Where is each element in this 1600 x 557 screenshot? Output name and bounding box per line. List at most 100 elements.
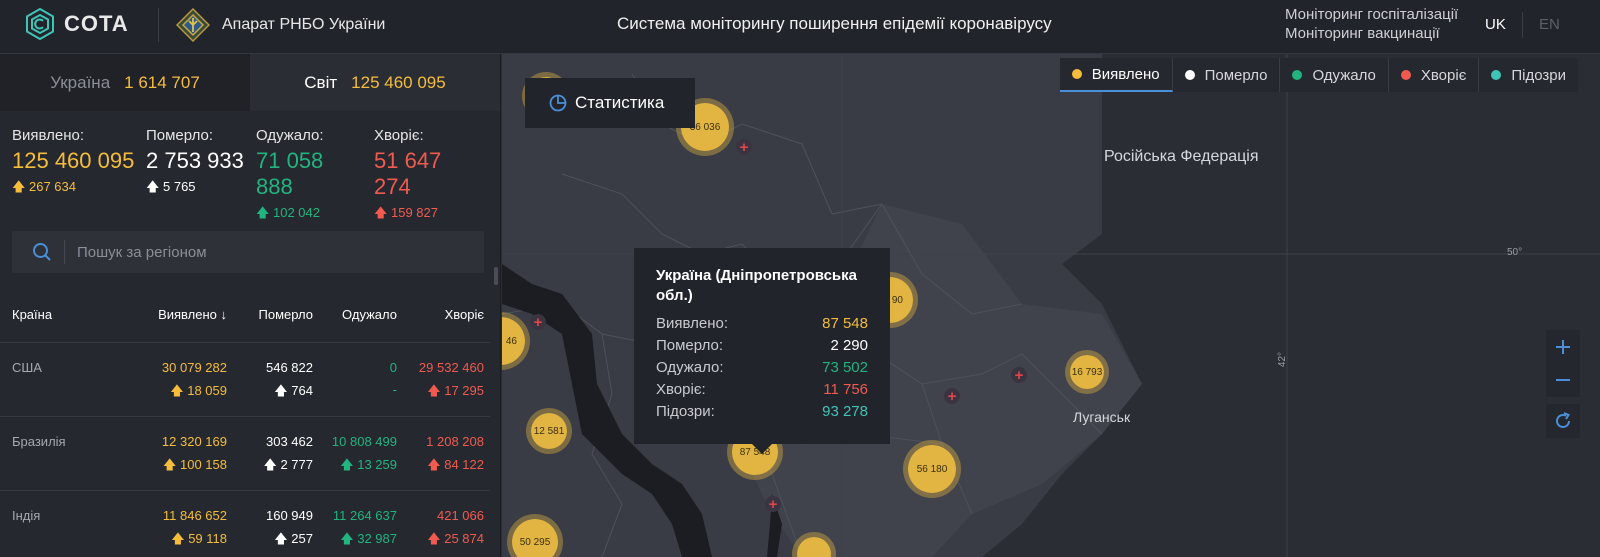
- hospitalization-link[interactable]: Моніторинг госпіталізації: [1285, 5, 1458, 24]
- lang-divider: [1522, 12, 1523, 38]
- stat-label: Одужало:: [256, 127, 324, 144]
- stat-delta: 🡅 5 765: [146, 178, 246, 200]
- stat-delta: 🡅 159 827: [374, 204, 484, 226]
- header-sick[interactable]: Хворіє: [397, 307, 484, 322]
- cell-delta-value: 2 777: [280, 457, 313, 472]
- cell-delta-value: 764: [291, 383, 313, 398]
- table-header: Країна Виявлено ↓ Померло Одужало Хворіє: [0, 286, 490, 343]
- search-input[interactable]: [77, 243, 457, 261]
- cell-sick: 29 532 460 🡅 17 295: [397, 360, 484, 416]
- tooltip-row: Хворіє: 11 756: [656, 381, 868, 398]
- region-search: [12, 231, 484, 273]
- cell-delta-value: 18 059: [187, 383, 227, 398]
- tab-ukraine[interactable]: Україна 1 614 707: [0, 54, 250, 111]
- region-tooltip: Україна (Дніпропетровська обл.) Виявлено…: [634, 248, 890, 454]
- scope-tabs: Україна 1 614 707 Світ 125 460 095: [0, 54, 500, 111]
- row-country: Бразилія: [12, 434, 66, 449]
- arrow-up-icon: 🡅: [163, 457, 177, 472]
- statistics-button[interactable]: Статистика: [525, 78, 695, 128]
- stat-label: Померло:: [146, 127, 214, 144]
- cluster-marker[interactable]: 16 793: [1065, 350, 1109, 394]
- cell-value: 10 808 499: [331, 434, 397, 449]
- arrow-up-icon: 🡅: [340, 457, 354, 472]
- stat-delta: 🡅 267 634: [12, 178, 136, 200]
- table-row[interactable]: США 30 079 282 🡅 18 059 546 822 🡅 764 0- 2…: [0, 343, 490, 417]
- cell-value: 0: [389, 360, 397, 375]
- plus-icon: [1556, 340, 1570, 354]
- cell-delta-value: 59 118: [188, 531, 227, 546]
- stat-delta-value: 159 827: [391, 205, 438, 220]
- legend-label: Хворіє: [1420, 66, 1467, 84]
- dot-icon: [1292, 70, 1303, 80]
- table-row[interactable]: Бразилія 12 320 169 🡅 100 158 303 462 🡅 2 …: [0, 417, 490, 491]
- arrow-up-icon: 🡅: [12, 179, 26, 194]
- reset-view-button[interactable]: [1546, 404, 1580, 438]
- cell-value: 11 846 652: [162, 508, 227, 523]
- arrow-up-icon: 🡅: [171, 531, 185, 546]
- cota-logo[interactable]: COTA: [24, 8, 129, 40]
- arrow-up-icon: 🡅: [427, 457, 441, 472]
- header-detected[interactable]: Виявлено ↓: [132, 307, 227, 322]
- row-country: Індія: [12, 508, 41, 523]
- header-died[interactable]: Померло: [227, 307, 314, 322]
- map-area[interactable]: 50° 42° Російська Федерація Луганськ 36 …: [502, 54, 1600, 557]
- hospital-marker-icon[interactable]: +: [944, 388, 960, 405]
- cell-died: 160 949 🡅 257: [227, 508, 313, 557]
- stat-sick: Хворіє: 51 647 274 🡅 159 827: [374, 127, 484, 226]
- cell-died: 303 462 🡅 2 777: [227, 434, 313, 490]
- lang-uk-button[interactable]: UK: [1485, 16, 1506, 33]
- stat-recovered: Одужало: 71 058 888 🡅 102 042: [256, 127, 364, 226]
- stat-label: Виявлено:: [12, 127, 85, 144]
- hospital-marker-icon[interactable]: +: [736, 139, 752, 156]
- tooltip-label: Одужало:: [656, 359, 724, 376]
- tooltip-label: Виявлено:: [656, 315, 729, 332]
- longitude-label: 42°: [1277, 351, 1289, 368]
- search-icon[interactable]: [32, 242, 52, 262]
- cluster-marker[interactable]: 12 581: [526, 408, 572, 454]
- legend-recovered[interactable]: Одужало: [1280, 58, 1389, 92]
- emblem-icon: [176, 8, 210, 42]
- map-label-luhansk: Луганськ: [1073, 409, 1131, 425]
- table-row[interactable]: Індія 11 846 652 🡅 59 118 160 949 🡅 257 11…: [0, 491, 490, 557]
- cell-value: 29 532 460: [418, 360, 484, 375]
- stat-delta: 🡅 102 042: [256, 204, 364, 226]
- search-divider: [64, 240, 65, 264]
- header-country[interactable]: Країна: [0, 307, 132, 322]
- sidebar-scrollbar[interactable]: [494, 267, 498, 285]
- stat-value: 71 058 888: [256, 148, 324, 199]
- cell-delta: 🡅 17 295: [397, 382, 484, 404]
- stat-label: Хворіє:: [374, 127, 424, 144]
- tooltip-value: 2 290: [830, 337, 868, 354]
- refresh-icon: [1556, 412, 1570, 428]
- hospital-marker-icon[interactable]: +: [765, 496, 781, 513]
- legend-label: Померло: [1204, 66, 1268, 84]
- cell-delta-value: 17 295: [444, 383, 484, 398]
- lang-en-button[interactable]: EN: [1539, 16, 1560, 33]
- arrow-up-icon: 🡅: [274, 383, 288, 398]
- arrow-up-icon: 🡅: [374, 205, 388, 220]
- cluster-marker[interactable]: 56 180: [903, 440, 961, 498]
- cell-detected: 11 846 652 🡅 59 118: [132, 508, 227, 557]
- legend-detected[interactable]: Виявлено: [1059, 58, 1173, 92]
- hospital-marker-icon[interactable]: +: [1011, 367, 1027, 384]
- tab-world[interactable]: Світ 125 460 095: [250, 54, 500, 111]
- summary-stats: Виявлено: 125 460 095 🡅 267 634 Померло:…: [12, 127, 494, 226]
- zoom-in-button[interactable]: [1546, 330, 1580, 364]
- cell-delta-value: 84 122: [444, 457, 484, 472]
- legend-sick[interactable]: Хворіє: [1389, 58, 1480, 92]
- zoom-out-button[interactable]: [1546, 363, 1580, 397]
- header-detected-label: Виявлено: [158, 306, 217, 322]
- header-recovered[interactable]: Одужало: [313, 307, 397, 322]
- cell-value: 160 949: [266, 508, 313, 523]
- tooltip-value: 93 278: [822, 403, 868, 420]
- org-brand[interactable]: Апарат РНБО України: [176, 8, 385, 42]
- legend-died[interactable]: Померло: [1173, 58, 1281, 92]
- cell-delta: 🡅 764: [227, 382, 313, 404]
- dot-icon: [1184, 70, 1195, 80]
- latitude-label: 50°: [1507, 247, 1523, 258]
- vaccination-link[interactable]: Моніторинг вакцинації: [1285, 24, 1458, 43]
- cell-delta-value: 100 158: [180, 457, 227, 472]
- cell-delta: 🡅 257: [227, 530, 313, 552]
- legend-suspected[interactable]: Підозри: [1479, 58, 1578, 92]
- hospital-marker-icon[interactable]: +: [530, 314, 546, 331]
